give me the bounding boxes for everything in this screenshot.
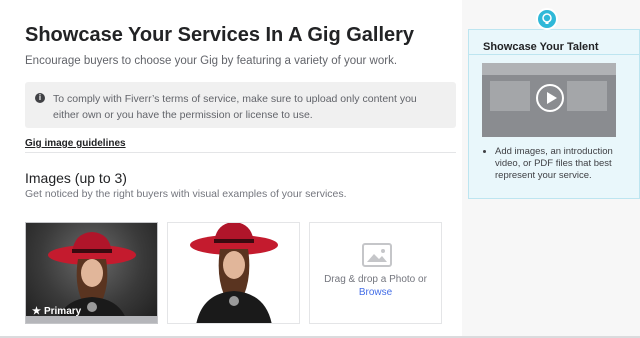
divider <box>25 152 456 153</box>
bullet-icon <box>483 150 486 153</box>
images-section-title: Images (up to 3) <box>25 170 127 186</box>
tip-box: Showcase Your Talent Add images, an intr… <box>468 29 640 199</box>
gig-image-guidelines-link[interactable]: Gig image guidelines <box>25 138 126 149</box>
star-icon: ★ <box>32 306 41 317</box>
video-toolbar <box>482 63 616 75</box>
image-dropzone[interactable]: Drag & drop a Photo or Browse <box>309 222 442 324</box>
primary-badge: ★ Primary <box>32 306 82 317</box>
page-title: Showcase Your Services In A Gig Gallery <box>25 24 415 46</box>
dropzone-text: Drag & drop a Photo or Browse <box>310 273 441 299</box>
image-slot-2[interactable] <box>167 222 300 324</box>
dropzone-instruction: Drag & drop a Photo or <box>324 274 427 285</box>
tip-bullet-text: Add images, an introduction video, or PD… <box>495 146 613 181</box>
primary-bar <box>26 316 157 323</box>
page-subtitle: Encourage buyers to choose your Gig by f… <box>25 55 398 67</box>
info-icon: i <box>35 93 45 103</box>
tip-video[interactable] <box>482 63 616 137</box>
video-thumbnail-left <box>490 81 530 111</box>
woman-hat-photo-white-bg <box>190 223 278 323</box>
image-placeholder-icon <box>362 243 392 267</box>
terms-notice: i To comply with Fiverr’s terms of servi… <box>25 82 456 128</box>
notice-text: To comply with Fiverr’s terms of service… <box>53 93 417 121</box>
browse-link[interactable]: Browse <box>310 286 441 299</box>
images-section-subtitle: Get noticed by the right buyers with vis… <box>25 188 347 200</box>
video-thumbnail-right <box>567 81 607 111</box>
main-panel: Showcase Your Services In A Gig Gallery … <box>0 0 462 338</box>
lightbulb-icon <box>536 8 558 30</box>
play-icon[interactable] <box>536 84 564 112</box>
tip-divider <box>469 54 639 55</box>
image-slot-primary[interactable]: ★ Primary <box>25 222 158 324</box>
tip-title: Showcase Your Talent <box>483 41 599 53</box>
